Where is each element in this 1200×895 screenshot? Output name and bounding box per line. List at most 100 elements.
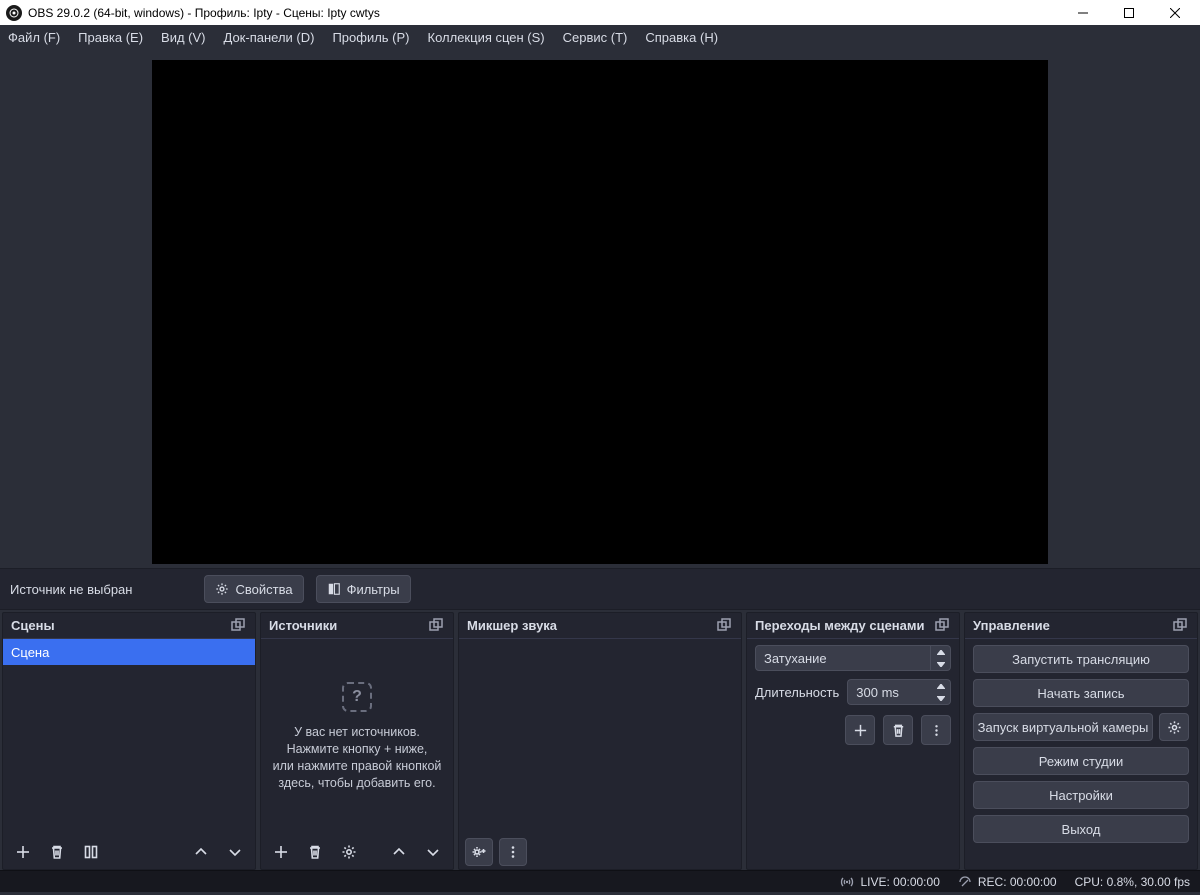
- properties-label: Свойства: [235, 582, 292, 597]
- scenes-footer: [3, 835, 255, 869]
- no-source-label: Источник не выбран: [10, 582, 132, 597]
- gear-plus-icon: [471, 844, 487, 860]
- settings-button[interactable]: Настройки: [973, 781, 1189, 809]
- maximize-button[interactable]: [1106, 0, 1152, 25]
- duration-value: 300 ms: [847, 679, 931, 705]
- popout-icon[interactable]: [231, 618, 247, 634]
- sources-empty-l2: Нажмите кнопку + ниже,: [287, 742, 428, 756]
- sources-list[interactable]: ? У вас нет источников. Нажмите кнопку +…: [261, 639, 453, 835]
- popout-icon[interactable]: [429, 618, 445, 634]
- status-live-label: LIVE: 00:00:00: [860, 875, 939, 889]
- mixer-footer: [459, 835, 741, 869]
- caret-up-icon: [937, 650, 945, 655]
- popout-icon[interactable]: [1173, 618, 1189, 634]
- caret-down-icon: [937, 662, 945, 667]
- sources-empty-state: ? У вас нет источников. Нажмите кнопку +…: [261, 639, 453, 835]
- minimize-button[interactable]: [1060, 0, 1106, 25]
- menu-view[interactable]: Вид (V): [161, 30, 205, 45]
- sources-empty-l1: У вас нет источников.: [294, 725, 420, 739]
- duration-spinner[interactable]: [931, 679, 951, 705]
- popout-icon[interactable]: [935, 618, 951, 634]
- status-cpu-label: CPU: 0.8%, 30.00 fps: [1075, 875, 1190, 889]
- trash-icon: [307, 844, 323, 860]
- remove-transition-button[interactable]: [883, 715, 913, 745]
- status-rec: REC: 00:00:00: [958, 875, 1057, 889]
- mixer-advanced-button[interactable]: [465, 838, 493, 866]
- remove-scene-button[interactable]: [43, 838, 71, 866]
- source-up-button[interactable]: [385, 838, 413, 866]
- add-transition-button[interactable]: [845, 715, 875, 745]
- properties-button[interactable]: Свойства: [204, 575, 303, 603]
- sources-header: Источники: [261, 613, 453, 639]
- question-placeholder-icon: ?: [342, 682, 372, 712]
- mixer-menu-button[interactable]: [499, 838, 527, 866]
- sources-footer: [261, 835, 453, 869]
- source-down-button[interactable]: [419, 838, 447, 866]
- plus-icon: [273, 844, 289, 860]
- mixer-title: Микшер звука: [467, 618, 557, 633]
- obs-logo-icon: [6, 5, 22, 21]
- start-recording-button[interactable]: Начать запись: [973, 679, 1189, 707]
- kebab-icon: [505, 844, 521, 860]
- menu-scene-collection[interactable]: Коллекция сцен (S): [428, 30, 545, 45]
- exit-button[interactable]: Выход: [973, 815, 1189, 843]
- transition-select-spinner[interactable]: [931, 645, 951, 671]
- trash-icon: [891, 723, 906, 738]
- scenes-header: Сцены: [3, 613, 255, 639]
- sources-empty-l3: или нажмите правой кнопкой: [273, 759, 442, 773]
- menu-help[interactable]: Справка (H): [645, 30, 718, 45]
- menubar: Файл (F) Правка (E) Вид (V) Док-панели (…: [0, 25, 1200, 50]
- broadcast-icon: [840, 875, 854, 889]
- sources-dock: Источники ? У вас нет источников. Нажмит…: [260, 612, 454, 870]
- scene-item-active[interactable]: Сцена: [3, 639, 255, 665]
- controls-dock: Управление Запустить трансляцию Начать з…: [964, 612, 1198, 870]
- menu-file[interactable]: Файл (F): [8, 30, 60, 45]
- filters-label: Фильтры: [347, 582, 400, 597]
- controls-header: Управление: [965, 613, 1197, 639]
- transition-select[interactable]: Затухание: [755, 645, 951, 671]
- gear-icon: [1167, 720, 1182, 735]
- grid-icon: [83, 844, 99, 860]
- status-network: LIVE: 00:00:00: [840, 875, 939, 889]
- preview-canvas[interactable]: [152, 60, 1048, 564]
- caret-down-icon: [937, 696, 945, 701]
- filters-icon: [327, 582, 341, 596]
- studio-mode-button[interactable]: Режим студии: [973, 747, 1189, 775]
- menu-tools[interactable]: Сервис (T): [563, 30, 628, 45]
- controls-body: Запустить трансляцию Начать запись Запус…: [965, 639, 1197, 849]
- chevron-down-icon: [227, 844, 243, 860]
- transitions-title: Переходы между сценами: [755, 618, 925, 633]
- transition-menu-button[interactable]: [921, 715, 951, 745]
- scene-filter-button[interactable]: [77, 838, 105, 866]
- scenes-title: Сцены: [11, 618, 55, 633]
- statusbar: LIVE: 00:00:00 REC: 00:00:00 CPU: 0.8%, …: [0, 870, 1200, 892]
- chevron-down-icon: [425, 844, 441, 860]
- popout-icon[interactable]: [717, 618, 733, 634]
- menu-docks[interactable]: Док-панели (D): [224, 30, 315, 45]
- transitions-body: Затухание Длительность 300 ms: [747, 639, 959, 751]
- transition-buttons: [755, 715, 951, 745]
- docks-row: Сцены Сцена Источники ? У вас нет источн…: [0, 610, 1200, 870]
- scene-up-button[interactable]: [187, 838, 215, 866]
- add-source-button[interactable]: [267, 838, 295, 866]
- menu-edit[interactable]: Правка (E): [78, 30, 143, 45]
- status-rec-label: REC: 00:00:00: [978, 875, 1057, 889]
- status-cpu: CPU: 0.8%, 30.00 fps: [1075, 875, 1190, 889]
- menu-profile[interactable]: Профиль (P): [332, 30, 409, 45]
- virtual-cam-settings-button[interactable]: [1159, 713, 1189, 741]
- titlebar: OBS 29.0.2 (64-bit, windows) - Профиль: …: [0, 0, 1200, 25]
- start-streaming-button[interactable]: Запустить трансляцию: [973, 645, 1189, 673]
- duration-label: Длительность: [755, 685, 839, 700]
- add-scene-button[interactable]: [9, 838, 37, 866]
- trash-icon: [49, 844, 65, 860]
- start-virtual-cam-button[interactable]: Запуск виртуальной камеры: [973, 713, 1153, 741]
- duration-input[interactable]: 300 ms: [847, 679, 951, 705]
- close-button[interactable]: [1152, 0, 1198, 25]
- scenes-list[interactable]: Сцена: [3, 639, 255, 835]
- scene-down-button[interactable]: [221, 838, 249, 866]
- remove-source-button[interactable]: [301, 838, 329, 866]
- source-settings-button[interactable]: [335, 838, 363, 866]
- mixer-body[interactable]: [459, 639, 741, 835]
- transitions-header: Переходы между сценами: [747, 613, 959, 639]
- filters-button[interactable]: Фильтры: [316, 575, 411, 603]
